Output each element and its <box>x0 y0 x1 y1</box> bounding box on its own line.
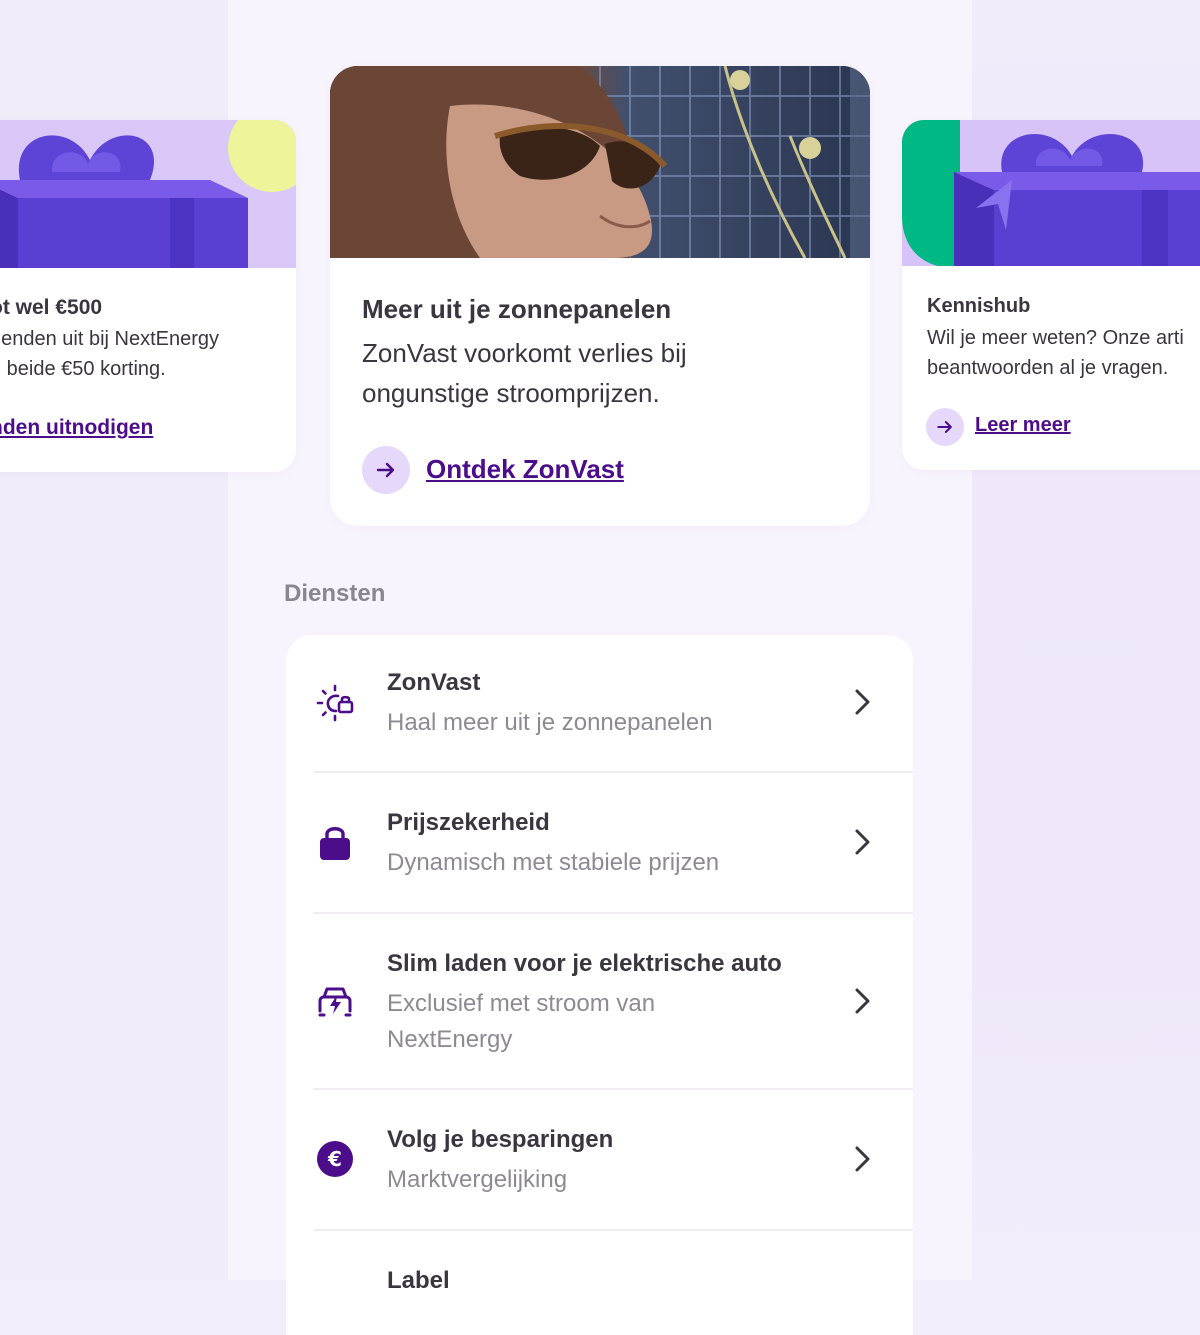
service-item-prijszekerheid[interactable]: Prijszekerheid Dynamisch met stabiele pr… <box>286 773 913 914</box>
chevron-right-icon <box>855 1146 870 1172</box>
lock-icon <box>314 821 356 863</box>
service-title: ZonVast <box>387 669 481 696</box>
chevron-right-icon <box>855 829 870 855</box>
card-body-line: beantwoorden al je vragen. <box>927 357 1169 379</box>
service-item-slim-laden[interactable]: Slim laden voor je elektrische auto Excl… <box>286 914 913 1090</box>
ev-charge-icon <box>314 981 356 1023</box>
section-title-diensten: Diensten <box>284 580 386 607</box>
service-title: Label <box>387 1267 450 1294</box>
card-title: Kennishub <box>927 295 1031 317</box>
promo-card-referral[interactable]: ot wel €500 rienden uit bij NextEnergy g… <box>0 120 296 472</box>
service-item-zonvast[interactable]: ZonVast Haal meer uit je zonnepanelen <box>286 635 913 773</box>
services-list: ZonVast Haal meer uit je zonnepanelen Pr… <box>286 635 913 1335</box>
card-body-line: Wil je meer weten? Onze arti <box>927 327 1184 349</box>
service-subtitle: Dynamisch met stabiele prijzen <box>387 849 720 876</box>
promo-card-zonvast[interactable]: Meer uit je zonnepanelen ZonVast voorkom… <box>330 66 870 526</box>
card-body-line: g beide €50 korting. <box>0 358 166 380</box>
arrow-right-button[interactable] <box>362 446 410 494</box>
card-body-line: rienden uit bij NextEnergy <box>0 328 220 350</box>
service-subtitle: Exclusief met stroom van NextEnergy <box>387 990 656 1053</box>
chevron-right-icon <box>855 988 870 1014</box>
arrow-right-button[interactable] <box>926 408 964 446</box>
card-title: Meer uit je zonnepanelen <box>362 294 672 324</box>
card-title: ot wel €500 <box>0 296 103 319</box>
chevron-right-icon <box>855 689 870 715</box>
service-item-besparingen[interactable]: € Volg je besparingen Marktvergelijking <box>286 1090 913 1231</box>
learn-more-link[interactable]: Leer meer <box>975 414 1071 437</box>
promo-card-kennishub[interactable]: Kennishub Wil je meer weten? Onze arti b… <box>902 120 1200 470</box>
service-title: Prijszekerheid <box>387 809 550 836</box>
gift-image <box>902 120 1200 266</box>
card-body-line: ZonVast voorkomt verlies bij <box>362 338 687 368</box>
invite-friends-link[interactable]: nden uitnodigen <box>0 416 153 440</box>
euro-icon: € <box>314 1138 356 1180</box>
sun-lock-icon <box>314 682 356 724</box>
service-title: Slim laden voor je elektrische auto <box>387 950 782 977</box>
sunglasses-woman-photo <box>330 66 870 258</box>
service-subtitle: Marktvergelijking <box>387 1166 568 1193</box>
card-body-line: ongunstige stroomprijzen. <box>362 378 660 408</box>
discover-zonvast-link[interactable]: Ontdek ZonVast <box>426 454 624 485</box>
service-item-label[interactable]: Label <box>286 1231 913 1335</box>
arrow-right-icon <box>937 421 952 433</box>
service-subtitle: Haal meer uit je zonnepanelen <box>387 709 713 736</box>
arrow-right-icon <box>376 462 395 478</box>
service-title: Volg je besparingen <box>387 1126 614 1153</box>
gift-image <box>0 120 296 268</box>
svg-text:€: € <box>327 1147 342 1171</box>
